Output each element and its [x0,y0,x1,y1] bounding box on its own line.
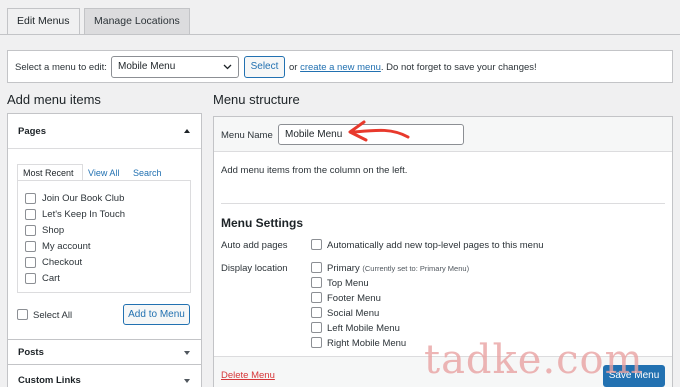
tab-view-all[interactable]: View All [88,168,119,178]
location-label: Right Mobile Menu [327,338,407,349]
create-new-menu-link[interactable]: create a new menu [300,62,381,73]
location-checkbox-footer[interactable] [311,292,322,303]
select-menu-prompt: Select a menu to edit: [15,62,107,73]
menu-structure-heading: Menu structure [213,92,300,107]
tab-divider [0,34,680,35]
or-text: or [289,62,298,73]
annotation-arrow-icon [348,120,410,142]
menu-name-header: Menu Name [214,117,672,152]
divider [8,148,201,149]
location-note: (Currently set to: Primary Menu) [362,264,470,273]
collapse-up-icon[interactable] [184,129,190,133]
list-item: My account [42,241,91,252]
location-checkbox-top[interactable] [311,277,322,288]
menu-name-label: Menu Name [221,130,273,141]
expand-down-icon[interactable] [184,351,190,355]
location-label: Left Mobile Menu [327,323,400,334]
location-label: Primary [327,263,360,274]
location-checkbox-primary[interactable] [311,262,322,273]
checkbox[interactable] [25,193,36,204]
list-item: Let's Keep In Touch [42,209,125,220]
add-to-menu-button[interactable]: Add to Menu [123,304,190,325]
custom-links-panel[interactable]: Custom Links [7,364,202,387]
location-label: Footer Menu [327,293,381,304]
location-checkbox-left-mobile[interactable] [311,322,322,333]
delete-menu-link[interactable]: Delete Menu [221,370,275,381]
menu-settings-title: Menu Settings [221,216,304,230]
add-menu-items-heading: Add menu items [7,92,101,107]
expand-down-icon[interactable] [184,379,190,383]
checkbox[interactable] [25,273,36,284]
select-menu-bar: Select a menu to edit: Mobile Menu Selec… [7,50,673,83]
menu-select[interactable]: Mobile Menu [111,56,239,78]
custom-links-panel-title: Custom Links [18,375,81,386]
checkbox[interactable] [25,225,36,236]
checkbox[interactable] [25,257,36,268]
divider [221,203,665,204]
list-item: Shop [42,225,65,236]
tab-most-recent-label: Most Recent [23,168,74,178]
save-reminder-text: . Do not forget to save your changes! [380,62,537,73]
location-checkbox-right-mobile[interactable] [311,337,322,348]
chevron-down-icon [223,64,232,70]
pages-panel-title: Pages [18,126,46,137]
list-item: Cart [42,273,60,284]
location-label: Top Menu [327,278,369,289]
auto-add-checkbox[interactable] [311,239,322,250]
tab-most-recent[interactable]: Most Recent [17,164,83,181]
list-item: Join Our Book Club [42,193,125,204]
pages-list: Join Our Book Club Let's Keep In Touch S… [17,180,191,293]
location-checkbox-social[interactable] [311,307,322,318]
select-button[interactable]: Select [244,56,285,78]
auto-add-label: Auto add pages [221,240,288,251]
tab-search[interactable]: Search [133,168,162,178]
menu-select-value: Mobile Menu [118,61,176,72]
list-item: Checkout [42,257,83,268]
posts-panel-title: Posts [18,347,44,358]
watermark-text: tadke.com [424,337,644,383]
select-all-label: Select All [33,310,73,321]
select-all-checkbox[interactable] [17,309,28,320]
checkbox[interactable] [25,241,36,252]
pages-panel: Pages Most Recent View All Search Join O… [7,113,202,340]
posts-panel[interactable]: Posts [7,339,202,365]
display-location-label: Display location [221,263,288,274]
instructions-text: Add menu items from the column on the le… [221,165,408,176]
tab-edit-menus[interactable]: Edit Menus [7,8,80,35]
checkbox[interactable] [25,209,36,220]
location-label: Social Menu [327,308,380,319]
tab-manage-locations[interactable]: Manage Locations [84,8,190,34]
auto-add-option: Automatically add new top-level pages to… [327,240,544,251]
